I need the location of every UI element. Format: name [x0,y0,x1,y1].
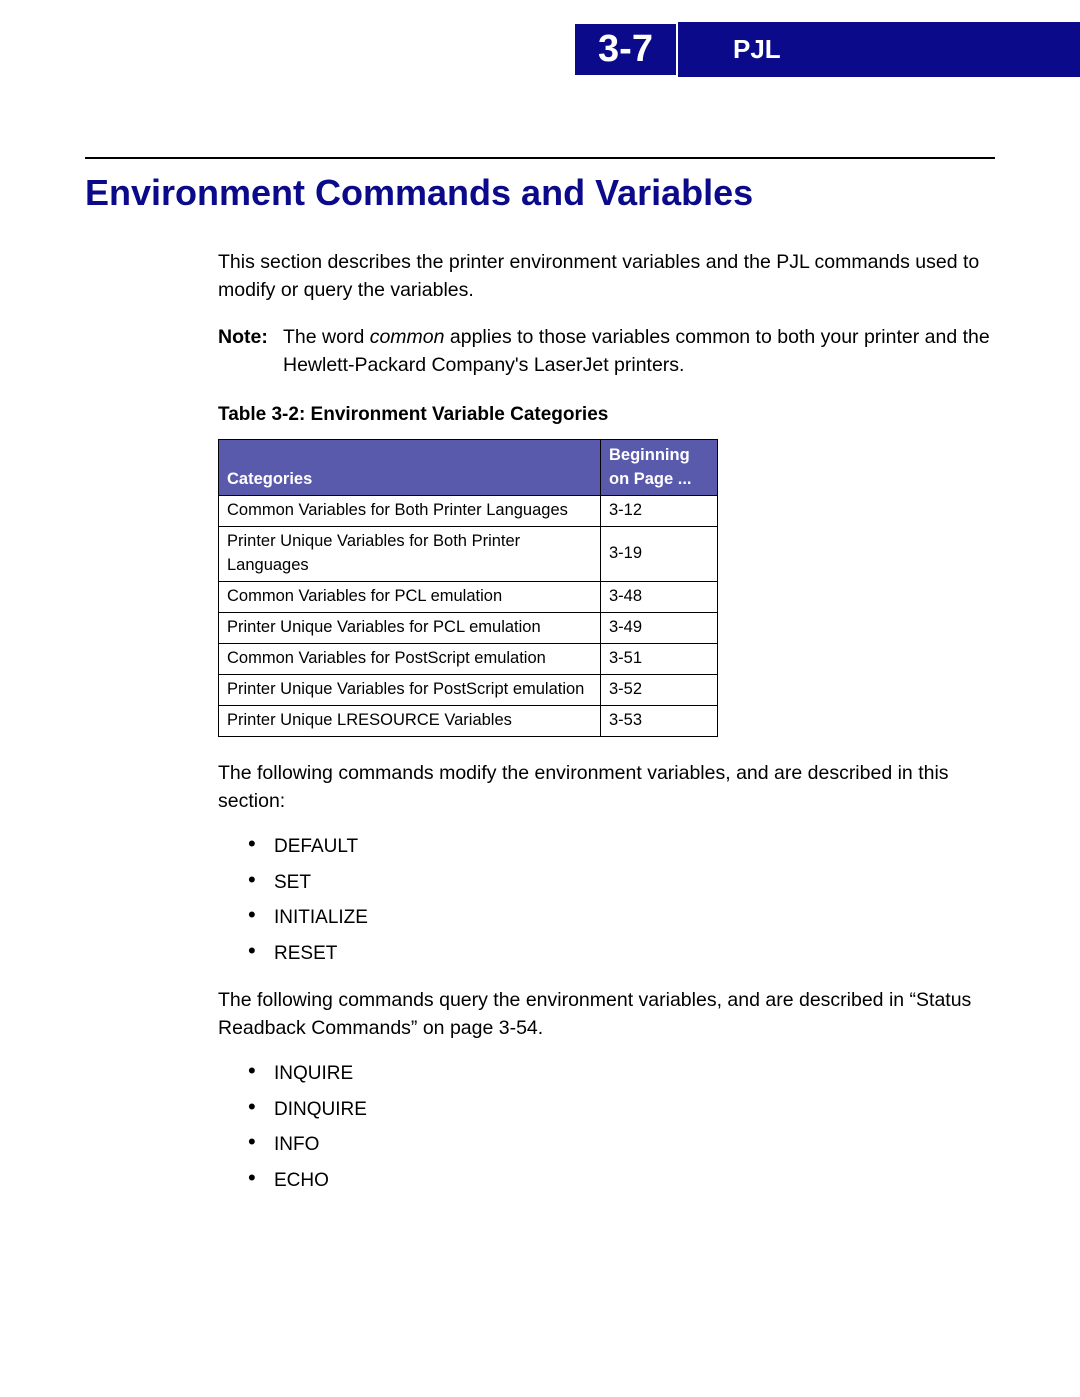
note-label: Note: [218,323,283,380]
list-item: RESET [248,940,995,968]
cell-category: Printer Unique Variables for PCL emulati… [219,613,601,644]
note-block: Note: The word common applies to those v… [218,323,995,380]
categories-table: Categories Beginning on Page ... Common … [218,439,718,737]
cell-category: Printer Unique Variables for PostScript … [219,674,601,705]
table-row: Printer Unique LRESOURCE Variables3-53 [219,705,718,736]
cell-page: 3-48 [601,582,718,613]
divider [85,157,995,159]
page-title: Environment Commands and Variables [85,172,753,214]
content-body: This section describes the printer envir… [218,248,995,1212]
table-row: Printer Unique Variables for PostScript … [219,674,718,705]
cell-page: 3-19 [601,527,718,582]
note-body: The word common applies to those variabl… [283,323,995,380]
header-title: PJL [733,34,781,65]
cell-category: Common Variables for Both Printer Langua… [219,496,601,527]
table-row: Common Variables for Both Printer Langua… [219,496,718,527]
cell-category: Common Variables for PCL emulation [219,582,601,613]
list-item: DINQUIRE [248,1096,995,1124]
table-row: Printer Unique Variables for PCL emulati… [219,613,718,644]
list-item: ECHO [248,1167,995,1195]
list-item: INITIALIZE [248,904,995,932]
cell-page: 3-53 [601,705,718,736]
note-prefix: The word [283,326,370,348]
cell-page: 3-51 [601,644,718,675]
note-italic: common [370,326,445,348]
table-row: Common Variables for PostScript emulatio… [219,644,718,675]
table-header-categories: Categories [219,439,601,496]
cell-page: 3-12 [601,496,718,527]
cell-category: Printer Unique Variables for Both Printe… [219,527,601,582]
list-item: INFO [248,1131,995,1159]
table-row: Printer Unique Variables for Both Printe… [219,527,718,582]
table-header-page: Beginning on Page ... [601,439,718,496]
query-list: INQUIRE DINQUIRE INFO ECHO [218,1060,995,1194]
query-paragraph: The following commands query the environ… [218,986,995,1043]
cell-page: 3-52 [601,674,718,705]
list-item: DEFAULT [248,833,995,861]
cell-category: Printer Unique LRESOURCE Variables [219,705,601,736]
cell-category: Common Variables for PostScript emulatio… [219,644,601,675]
list-item: SET [248,869,995,897]
table-row: Common Variables for PCL emulation3-48 [219,582,718,613]
modify-paragraph: The following commands modify the enviro… [218,759,995,816]
list-item: INQUIRE [248,1060,995,1088]
table-caption: Table 3-2: Environment Variable Categori… [218,401,995,429]
cell-page: 3-49 [601,613,718,644]
modify-list: DEFAULT SET INITIALIZE RESET [218,833,995,967]
intro-paragraph: This section describes the printer envir… [218,248,995,305]
page: PJL 3-7 Environment Commands and Variabl… [0,0,1080,1397]
page-number: 3-7 [573,22,678,77]
